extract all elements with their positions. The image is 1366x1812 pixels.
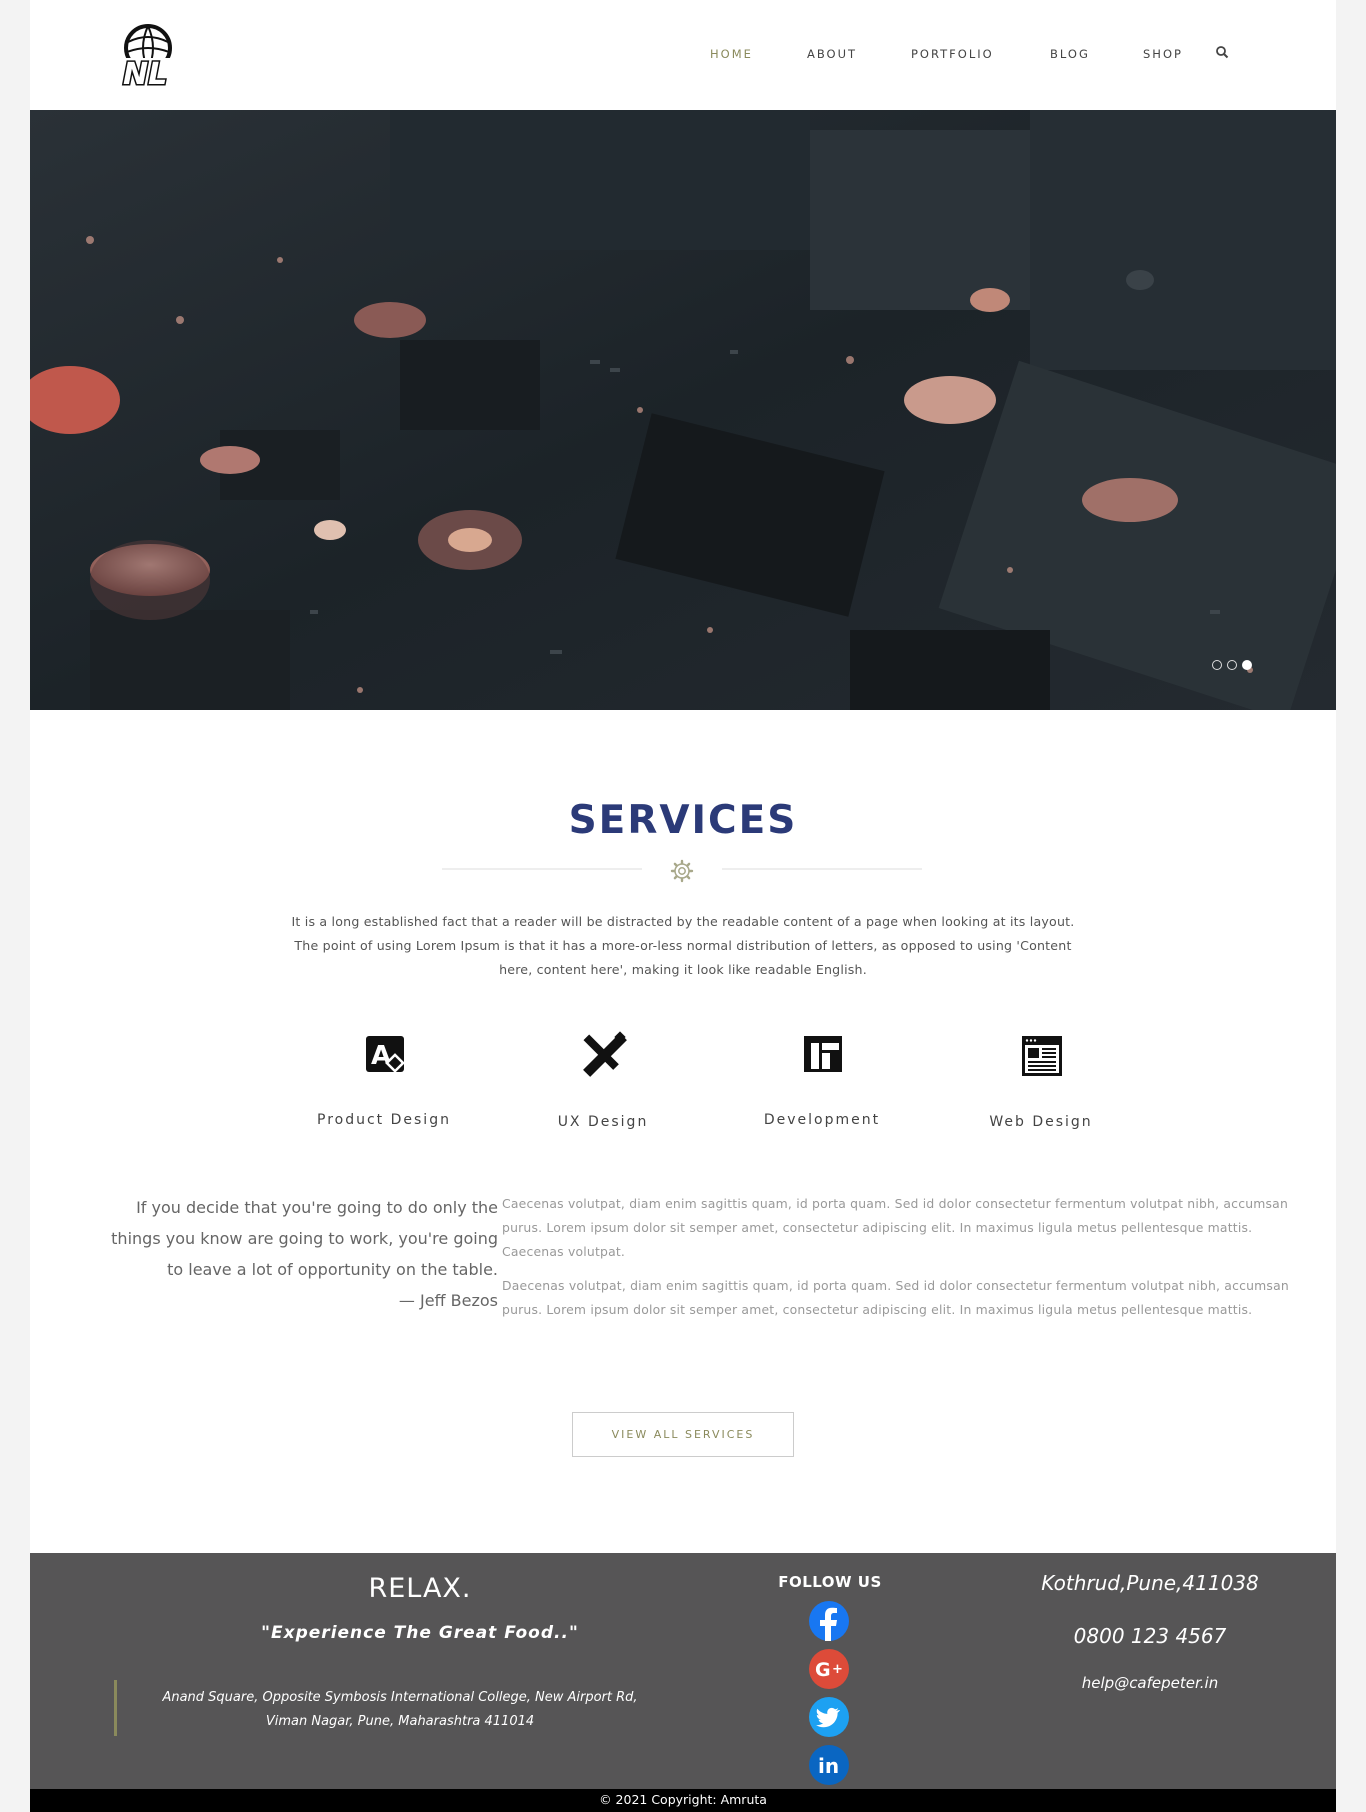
twitter-icon[interactable] bbox=[809, 1697, 849, 1737]
nav-about[interactable]: ABOUT bbox=[807, 47, 857, 61]
address-line-2: Viman Nagar, Pune, Maharashtra 411014 bbox=[265, 1714, 535, 1729]
divider-left bbox=[442, 868, 642, 870]
web-design-icon bbox=[1019, 1030, 1065, 1080]
services-intro: It is a long established fact that a rea… bbox=[291, 914, 1075, 977]
service-label: Development bbox=[763, 1112, 881, 1128]
footer-tagline: "Experience The Great Food.." bbox=[261, 1623, 579, 1643]
slider-dot-2[interactable] bbox=[1227, 660, 1237, 670]
quote-block: If you decide that you're going to do on… bbox=[110, 1192, 498, 1316]
paragraph: Daecenas volutpat, diam enim sagittis qu… bbox=[502, 1278, 1289, 1317]
quote-author: — Jeff Bezos bbox=[398, 1291, 498, 1310]
site-header: NL NL HOME ABOUT PORTFOLIO BLOG SHOP bbox=[30, 0, 1336, 110]
copyright-bar: © 2021 Copyright: Amruta bbox=[30, 1789, 1336, 1812]
nav-portfolio[interactable]: PORTFOLIO bbox=[911, 47, 994, 61]
search-icon[interactable] bbox=[1215, 45, 1231, 61]
service-label: Product Design bbox=[317, 1112, 451, 1128]
product-design-icon: A bbox=[362, 1030, 408, 1080]
slider-dot-3[interactable] bbox=[1242, 660, 1252, 670]
footer-phone[interactable]: 0800 123 4567 bbox=[990, 1624, 1310, 1648]
facebook-icon[interactable] bbox=[809, 1601, 849, 1641]
google-plus-icon[interactable]: G + bbox=[809, 1649, 849, 1689]
slider-dot-1[interactable] bbox=[1212, 660, 1222, 670]
svg-text:in: in bbox=[818, 1754, 839, 1778]
svg-text:+: + bbox=[832, 1662, 843, 1677]
quote-text: If you decide that you're going to do on… bbox=[111, 1198, 498, 1279]
services-title: SERVICES bbox=[568, 798, 798, 843]
divider-right bbox=[722, 868, 922, 870]
hero-slider-image bbox=[30, 110, 1336, 710]
services-paragraphs: Caecenas volutpat, diam enim sagittis qu… bbox=[502, 1192, 1292, 1332]
svg-text:G: G bbox=[815, 1659, 831, 1681]
address-accent-bar bbox=[114, 1680, 117, 1736]
svg-text:A: A bbox=[371, 1041, 391, 1071]
nav-shop[interactable]: SHOP bbox=[1143, 47, 1183, 61]
address-line-1: Anand Square, Opposite Symbosis Internat… bbox=[162, 1690, 638, 1705]
nav-home[interactable]: HOME bbox=[710, 47, 753, 61]
footer-heading: RELAX. bbox=[368, 1573, 472, 1604]
ux-design-icon bbox=[581, 1030, 627, 1080]
service-label: UX Design bbox=[557, 1114, 649, 1130]
linkedin-icon[interactable]: in bbox=[809, 1745, 849, 1785]
footer-address: Anand Square, Opposite Symbosis Internat… bbox=[130, 1686, 670, 1734]
nav-blog[interactable]: BLOG bbox=[1050, 47, 1090, 61]
service-label: Web Design bbox=[989, 1114, 1093, 1130]
follow-us-label: FOLLOW US bbox=[778, 1573, 882, 1591]
slider-dots bbox=[1212, 660, 1272, 674]
site-footer: RELAX. "Experience The Great Food.." Ana… bbox=[30, 1553, 1336, 1789]
main-nav: HOME ABOUT PORTFOLIO BLOG SHOP bbox=[30, 45, 1336, 67]
footer-location: Kothrud,Pune,411038 bbox=[1041, 1571, 1259, 1595]
view-all-services-button[interactable]: VIEW ALL SERVICES bbox=[572, 1412, 794, 1457]
footer-email[interactable]: help@cafepeter.in bbox=[990, 1674, 1310, 1692]
page: NL NL HOME ABOUT PORTFOLIO BLOG SHOP SER… bbox=[30, 0, 1336, 1812]
gear-icon bbox=[670, 859, 694, 883]
paragraph: Caecenas volutpat, diam enim sagittis qu… bbox=[502, 1196, 1289, 1259]
development-icon bbox=[800, 1030, 846, 1080]
